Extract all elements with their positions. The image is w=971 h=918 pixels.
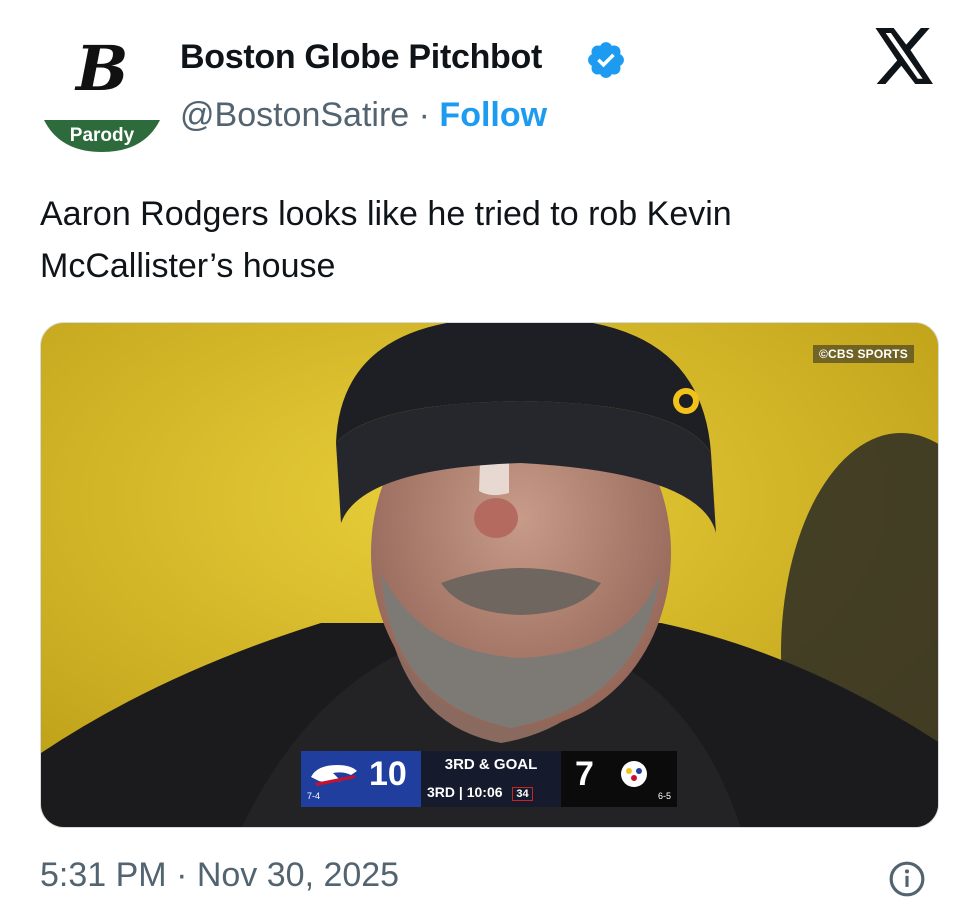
tweet-text: Aaron Rodgers looks like he tried to rob… [40,195,732,285]
handle-line: @BostonSatire · Follow [180,96,547,135]
away-score: 7 [575,755,594,793]
x-logo-icon[interactable] [874,28,936,84]
separator-dot: · [418,96,430,134]
avatar[interactable]: B Parody [40,28,164,152]
clock-divider: | [458,784,467,800]
follow-button[interactable]: Follow [439,96,547,134]
quarter: 3RD [427,784,456,800]
game-clock-line: 3RD | 10:06 34 [427,784,533,801]
cbs-sports-watermark: ©CBS SPORTS [812,345,914,363]
parody-label: Parody [69,125,135,146]
handle[interactable]: @BostonSatire [180,96,409,134]
globe-logo-letter: B [76,32,128,105]
tweet-timestamp[interactable]: 5:31 PM · Nov 30, 2025 [40,856,399,895]
game-clock: 10:06 [466,784,503,800]
down-distance: 3RD & GOAL [444,756,538,773]
bills-logo-icon [311,765,357,786]
steelers-logo-icon [621,761,647,787]
display-name[interactable]: Boston Globe Pitchbot [180,38,542,77]
scorebug: 10 7-4 3RD & GOAL 3RD | 10:06 34 7 6-5 [301,751,677,807]
scorebug-center-panel: 3RD & GOAL 3RD | 10:06 34 [421,751,561,807]
away-record: 6-5 [657,791,671,801]
tweet-media-image[interactable]: ©CBS SPORTS 10 7-4 3RD & GOAL 3RD | 10:0… [40,322,939,828]
home-score: 10 [369,755,407,793]
play-clock: 34 [512,787,533,801]
scorebug-away-panel: 7 6-5 [561,751,677,807]
info-icon[interactable] [888,860,926,898]
home-record: 7-4 [307,791,321,801]
verified-badge-icon [588,42,624,78]
scorebug-home-panel: 10 7-4 [301,751,421,807]
